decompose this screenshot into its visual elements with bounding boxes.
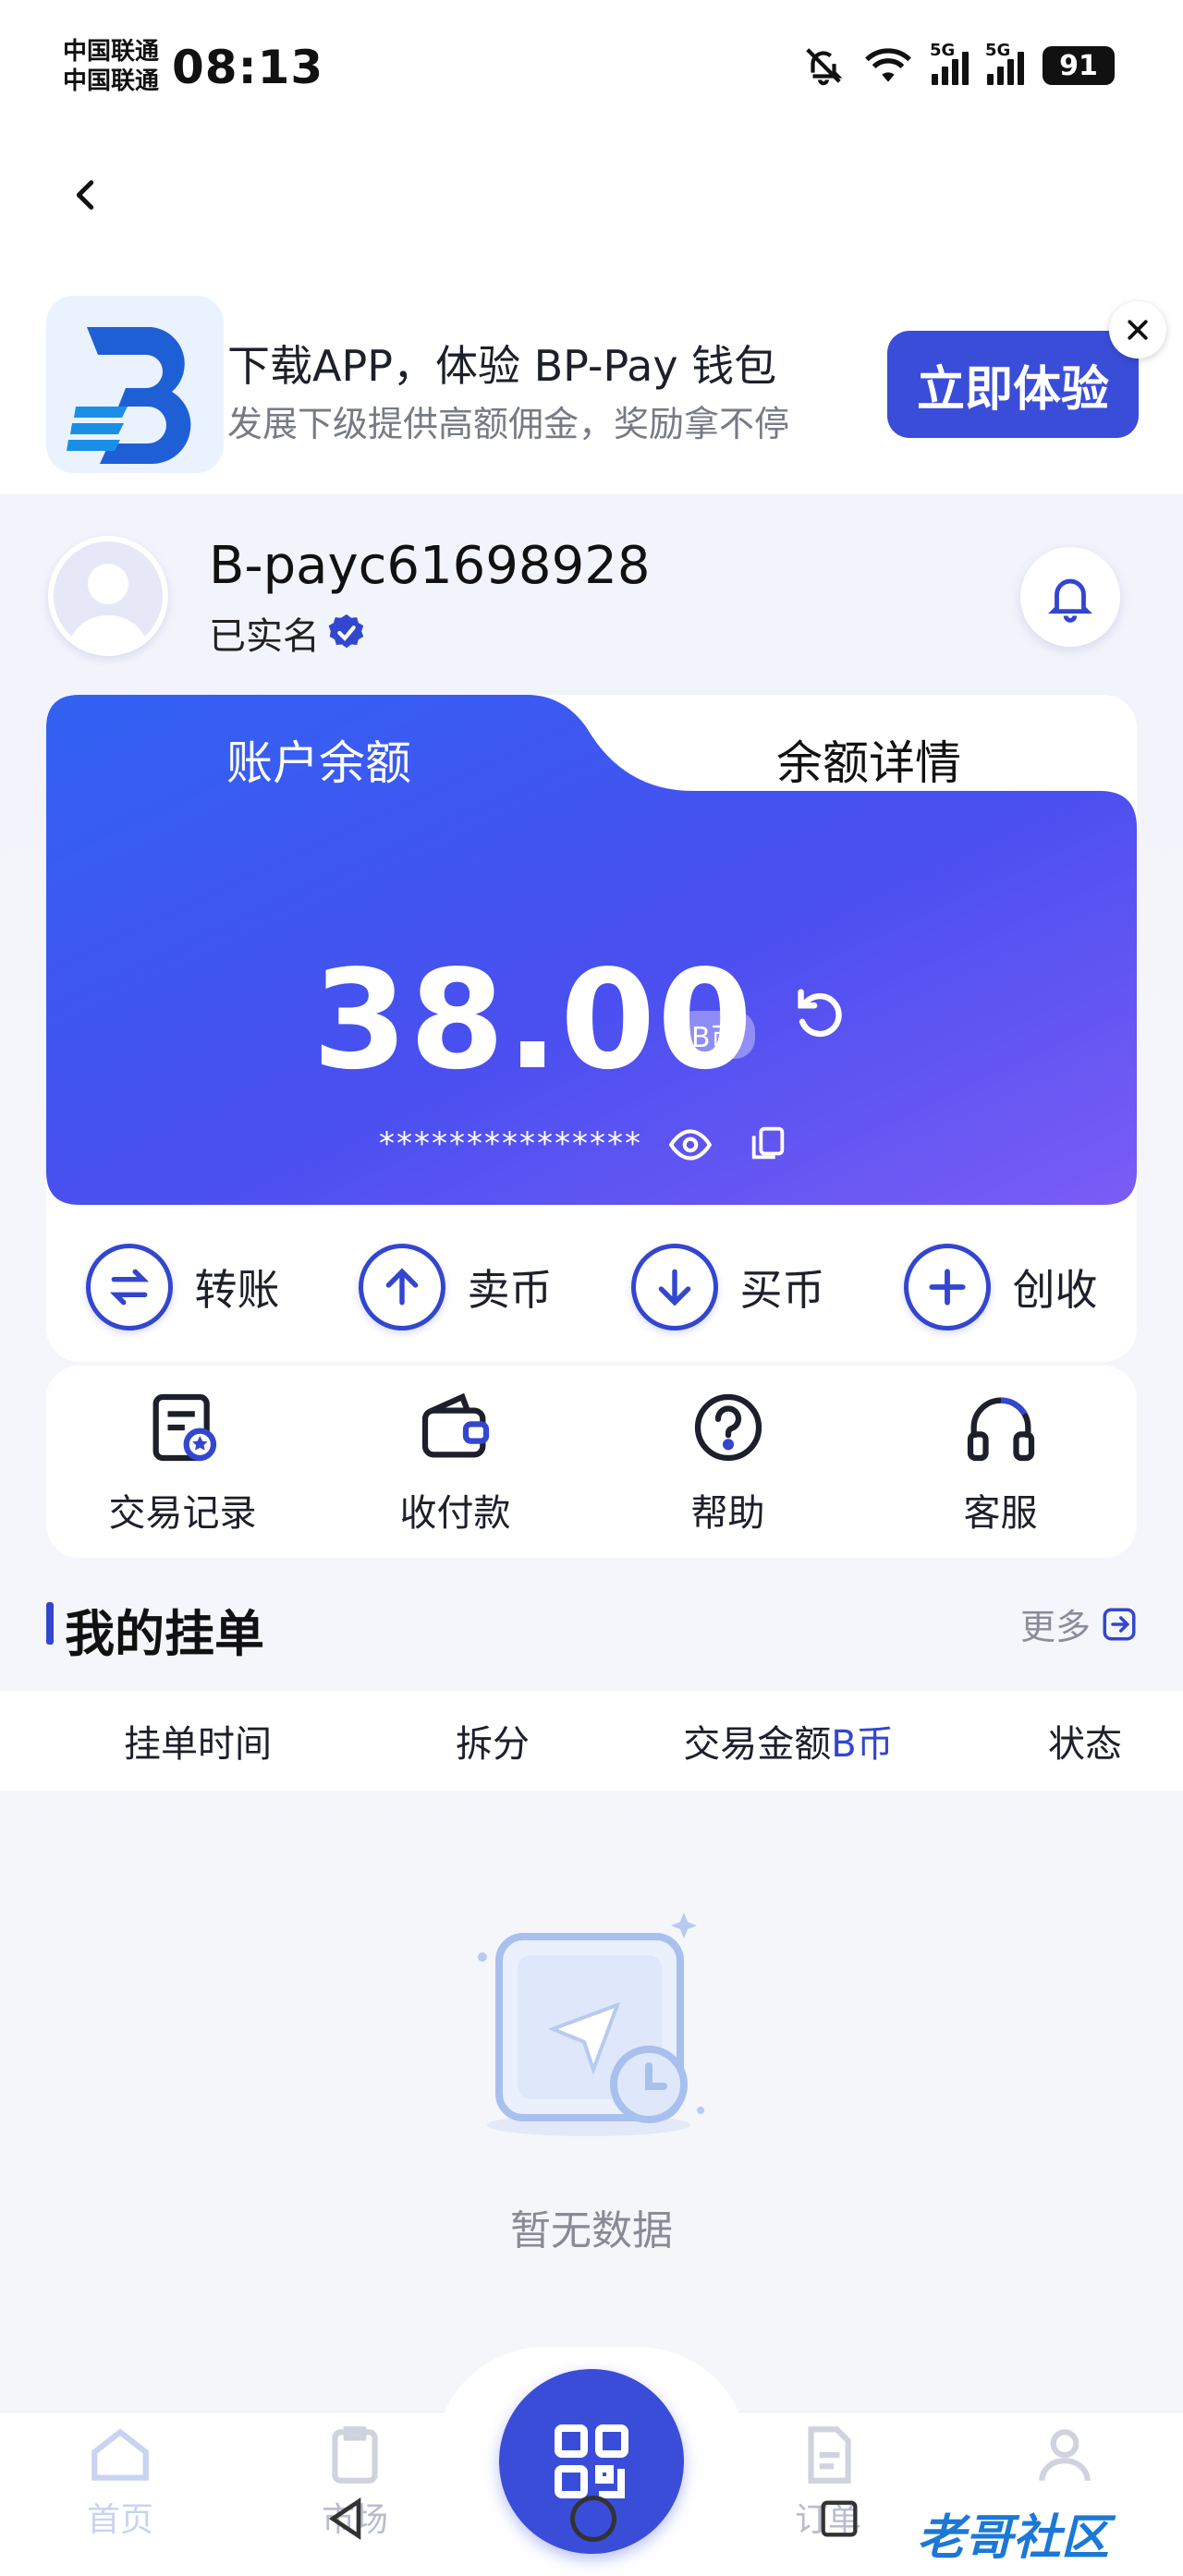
tab-balance-details[interactable]: 余额详情: [601, 695, 1137, 833]
notification-button[interactable]: [1020, 547, 1120, 647]
arrow-right-box-icon: [1103, 1608, 1136, 1640]
status-icons: 5G 5G 91: [802, 41, 1115, 87]
arrow-up-icon: [385, 1268, 418, 1306]
bell-icon: [1048, 578, 1092, 623]
col-status: 状态: [1048, 1723, 1122, 1766]
masked-account: ***************: [379, 1125, 642, 1162]
avatar[interactable]: [48, 536, 168, 656]
transfer-icon: [109, 1269, 149, 1306]
copy-button[interactable]: [747, 1122, 789, 1164]
col-amount-unit: B币: [831, 1723, 894, 1766]
currency-unit-badge: B币: [675, 1011, 755, 1059]
buy-coin-button[interactable]: 买币: [592, 1218, 864, 1356]
username: B-payc61698928: [209, 536, 651, 596]
shortcut-grid: 交易记录 收付款 帮助 客服: [46, 1366, 1137, 1558]
col-amount-label: 交易金额: [683, 1723, 832, 1766]
col-amount: 交易金额B币: [590, 1714, 987, 1768]
sell-coin-label: 卖币: [467, 1265, 553, 1315]
banner-subtitle: 发展下级提供高额佣金，奖励拿不停: [227, 404, 790, 444]
headset-icon: [967, 1397, 1034, 1462]
toggle-visibility-button[interactable]: [667, 1122, 713, 1168]
system-back-icon[interactable]: [320, 2493, 372, 2545]
quick-actions: 转账 卖币 买币 创收: [46, 1218, 1137, 1356]
empty-state-text: 暂无数据: [510, 2207, 673, 2254]
more-link[interactable]: 更多: [1020, 1598, 1139, 1649]
app-logo: [46, 296, 224, 473]
earn-button[interactable]: 创收: [864, 1218, 1137, 1356]
system-recents-icon[interactable]: [815, 2495, 863, 2543]
my-orders-title: 我的挂单: [65, 1605, 264, 1663]
plus-icon: [928, 1269, 966, 1306]
shortcut-label-service: 客服: [963, 1492, 1038, 1535]
system-home-icon[interactable]: [566, 2491, 621, 2546]
orders-table-header: 挂单时间 拆分 交易金额B币 状态: [0, 1691, 1183, 1791]
tab-account-balance[interactable]: 账户余额: [46, 695, 592, 833]
carrier-1: 中国联通: [63, 38, 160, 66]
close-banner-button[interactable]: [1109, 301, 1166, 358]
verified-status: 已实名: [209, 606, 368, 660]
refresh-icon: [798, 989, 842, 1038]
shortcut-label-records: 交易记录: [108, 1492, 257, 1535]
buy-coin-label: 买币: [739, 1265, 825, 1315]
more-label: 更多: [1020, 1607, 1092, 1647]
shortcut-customer-service[interactable]: 客服: [864, 1366, 1137, 1558]
verified-badge-icon: [328, 614, 364, 649]
col-order-time: 挂单时间: [124, 1723, 272, 1766]
mute-bell-icon: [806, 48, 843, 86]
shortcut-label-help: 帮助: [690, 1492, 765, 1535]
transfer-button[interactable]: 转账: [46, 1218, 319, 1356]
earn-label: 创收: [1012, 1265, 1098, 1315]
status-time: 08:13: [172, 41, 324, 94]
refresh-button[interactable]: [787, 981, 852, 1046]
network-type-1: 5G: [930, 41, 956, 60]
carrier-names: 中国联通 中国联通: [63, 37, 159, 96]
carrier-2: 中国联通: [63, 67, 160, 95]
eye-icon: [668, 1129, 713, 1160]
help-icon: [694, 1393, 762, 1462]
shortcut-label-payments: 收付款: [399, 1492, 511, 1535]
try-now-button[interactable]: 立即体验: [887, 331, 1139, 438]
signal-1-icon: 5G: [930, 41, 969, 85]
wallet-icon: [421, 1392, 489, 1458]
sell-coin-button[interactable]: 卖币: [319, 1218, 592, 1356]
copy-icon: [751, 1126, 785, 1160]
empty-state-illustration: [478, 1913, 704, 2136]
arrow-down-icon: [658, 1269, 690, 1306]
chevron-left-icon: [76, 180, 94, 210]
back-button[interactable]: [65, 174, 107, 216]
signal-2-icon: 5G: [985, 41, 1024, 85]
user-silhouette-icon: [68, 564, 148, 650]
watermark: 老哥社区: [917, 2510, 1110, 2566]
wifi-icon: [865, 48, 911, 82]
banner-title: 下载APP，体验 BP-Pay 钱包: [227, 341, 777, 391]
close-icon: [1128, 320, 1148, 340]
verified-label: 已实名: [209, 615, 320, 658]
battery-level: 91: [1043, 46, 1115, 85]
shortcut-transaction-records[interactable]: 交易记录: [46, 1366, 319, 1558]
shortcut-payments[interactable]: 收付款: [319, 1366, 592, 1558]
network-type-2: 5G: [985, 41, 1011, 60]
col-split: 拆分: [456, 1723, 530, 1766]
transfer-label: 转账: [194, 1265, 280, 1315]
shortcut-help[interactable]: 帮助: [592, 1366, 864, 1558]
section-accent-bar: [46, 1602, 54, 1645]
records-icon: [152, 1393, 216, 1462]
